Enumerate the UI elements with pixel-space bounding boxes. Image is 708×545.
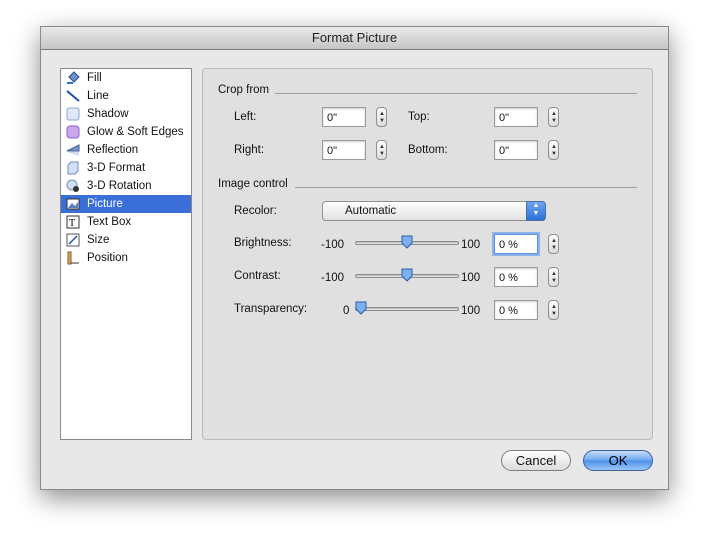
contrast-label: Contrast: bbox=[234, 270, 281, 282]
category-list: Fill Line Shadow Glow & Soft Edges Refle… bbox=[60, 68, 192, 440]
line-icon bbox=[66, 90, 80, 102]
crop-top-stepper[interactable]: ▲ ▼ bbox=[548, 107, 559, 127]
crop-bottom-field[interactable]: 0" bbox=[494, 140, 538, 160]
sidebar-item-picture[interactable]: Picture bbox=[61, 195, 191, 213]
crop-top-label: Top: bbox=[408, 111, 430, 123]
sidebar-item-reflection[interactable]: Reflection bbox=[61, 141, 191, 159]
crop-bottom-label: Bottom: bbox=[408, 144, 448, 156]
crop-right-label: Right: bbox=[234, 144, 265, 156]
crop-left-label: Left: bbox=[234, 111, 257, 123]
format-picture-dialog: Format Picture Fill Line Shadow Glow & S… bbox=[40, 26, 669, 490]
sidebar-item-label: Size bbox=[87, 234, 110, 246]
select-arrows-icon: ▲ ▼ bbox=[526, 201, 546, 221]
contrast-stepper[interactable]: ▲ ▼ bbox=[548, 267, 559, 287]
transparency-stepper[interactable]: ▲ ▼ bbox=[548, 300, 559, 320]
sidebar-item-label: Picture bbox=[87, 198, 123, 210]
cancel-button[interactable]: Cancel bbox=[501, 450, 571, 471]
sidebar-item-size[interactable]: Size bbox=[61, 231, 191, 249]
recolor-value: Automatic bbox=[345, 205, 397, 217]
transparency-slider[interactable] bbox=[355, 307, 459, 311]
recolor-select[interactable]: Automatic ▲ ▼ bbox=[322, 201, 546, 221]
crop-bottom-stepper[interactable]: ▲ ▼ bbox=[548, 140, 559, 160]
glow-icon bbox=[66, 125, 80, 139]
transparency-slider-knob[interactable] bbox=[355, 301, 367, 315]
sidebar-item-line[interactable]: Line bbox=[61, 87, 191, 105]
contrast-min-label: -100 bbox=[321, 272, 345, 284]
position-icon bbox=[67, 251, 79, 265]
picture-settings-panel: Crop from Left: 0" ▲ ▼ Top: 0" ▲ ▼ Right: … bbox=[202, 68, 653, 440]
sidebar-item-3d-format[interactable]: 3-D Format bbox=[61, 159, 191, 177]
crop-group-title: Crop from bbox=[218, 84, 270, 96]
sidebar-item-text-box[interactable]: T Text Box bbox=[61, 213, 191, 231]
brightness-label: Brightness: bbox=[234, 237, 292, 249]
crop-left-stepper[interactable]: ▲ ▼ bbox=[376, 107, 387, 127]
image-control-group-title: Image control bbox=[218, 178, 288, 190]
sidebar-item-label: Glow & Soft Edges bbox=[87, 126, 184, 138]
brightness-slider-knob[interactable] bbox=[401, 235, 413, 249]
crop-top-field[interactable]: 0" bbox=[494, 107, 538, 127]
transparency-field[interactable]: 0 % bbox=[494, 300, 538, 320]
brightness-max-label: 100 bbox=[461, 239, 481, 251]
svg-text:T: T bbox=[69, 218, 75, 229]
sidebar-item-label: Position bbox=[87, 252, 128, 264]
3d-rotation-icon bbox=[66, 179, 79, 192]
crop-right-field[interactable]: 0" bbox=[322, 140, 366, 160]
sidebar-item-glow[interactable]: Glow & Soft Edges bbox=[61, 123, 191, 141]
contrast-field[interactable]: 0 % bbox=[494, 267, 538, 287]
shadow-icon bbox=[66, 107, 80, 121]
sidebar-item-label: Shadow bbox=[87, 108, 129, 120]
brightness-min-label: -100 bbox=[321, 239, 345, 251]
contrast-max-label: 100 bbox=[461, 272, 481, 284]
sidebar-item-label: Text Box bbox=[87, 216, 132, 228]
transparency-min-label: 0 bbox=[343, 305, 350, 317]
ok-button[interactable]: OK bbox=[583, 450, 653, 471]
crop-divider bbox=[275, 93, 637, 94]
crop-right-stepper[interactable]: ▲ ▼ bbox=[376, 140, 387, 160]
3d-format-icon bbox=[67, 161, 79, 175]
sidebar-item-position[interactable]: Position bbox=[61, 249, 191, 267]
size-icon bbox=[66, 233, 80, 247]
picture-icon bbox=[66, 198, 80, 210]
window-title: Format Picture bbox=[41, 27, 668, 50]
brightness-stepper[interactable]: ▲ ▼ bbox=[548, 234, 559, 254]
text-box-icon: T bbox=[66, 215, 80, 229]
sidebar-item-3d-rotation[interactable]: 3-D Rotation bbox=[61, 177, 191, 195]
sidebar-item-label: Reflection bbox=[87, 144, 139, 156]
transparency-label: Transparency: bbox=[234, 303, 308, 315]
recolor-label: Recolor: bbox=[234, 205, 277, 217]
crop-left-field[interactable]: 0" bbox=[322, 107, 366, 127]
image-control-divider bbox=[295, 187, 637, 188]
transparency-max-label: 100 bbox=[461, 305, 481, 317]
sidebar-item-label: 3-D Format bbox=[87, 162, 146, 174]
reflection-icon bbox=[66, 144, 80, 156]
sidebar-item-label: Fill bbox=[87, 72, 102, 84]
sidebar-item-fill[interactable]: Fill bbox=[61, 69, 191, 87]
sidebar-item-label: Line bbox=[87, 90, 109, 102]
fill-bucket-icon bbox=[67, 71, 80, 84]
sidebar-item-label: 3-D Rotation bbox=[87, 180, 152, 192]
brightness-field[interactable]: 0 % bbox=[494, 234, 538, 254]
contrast-slider-knob[interactable] bbox=[401, 268, 413, 282]
sidebar-item-shadow[interactable]: Shadow bbox=[61, 105, 191, 123]
